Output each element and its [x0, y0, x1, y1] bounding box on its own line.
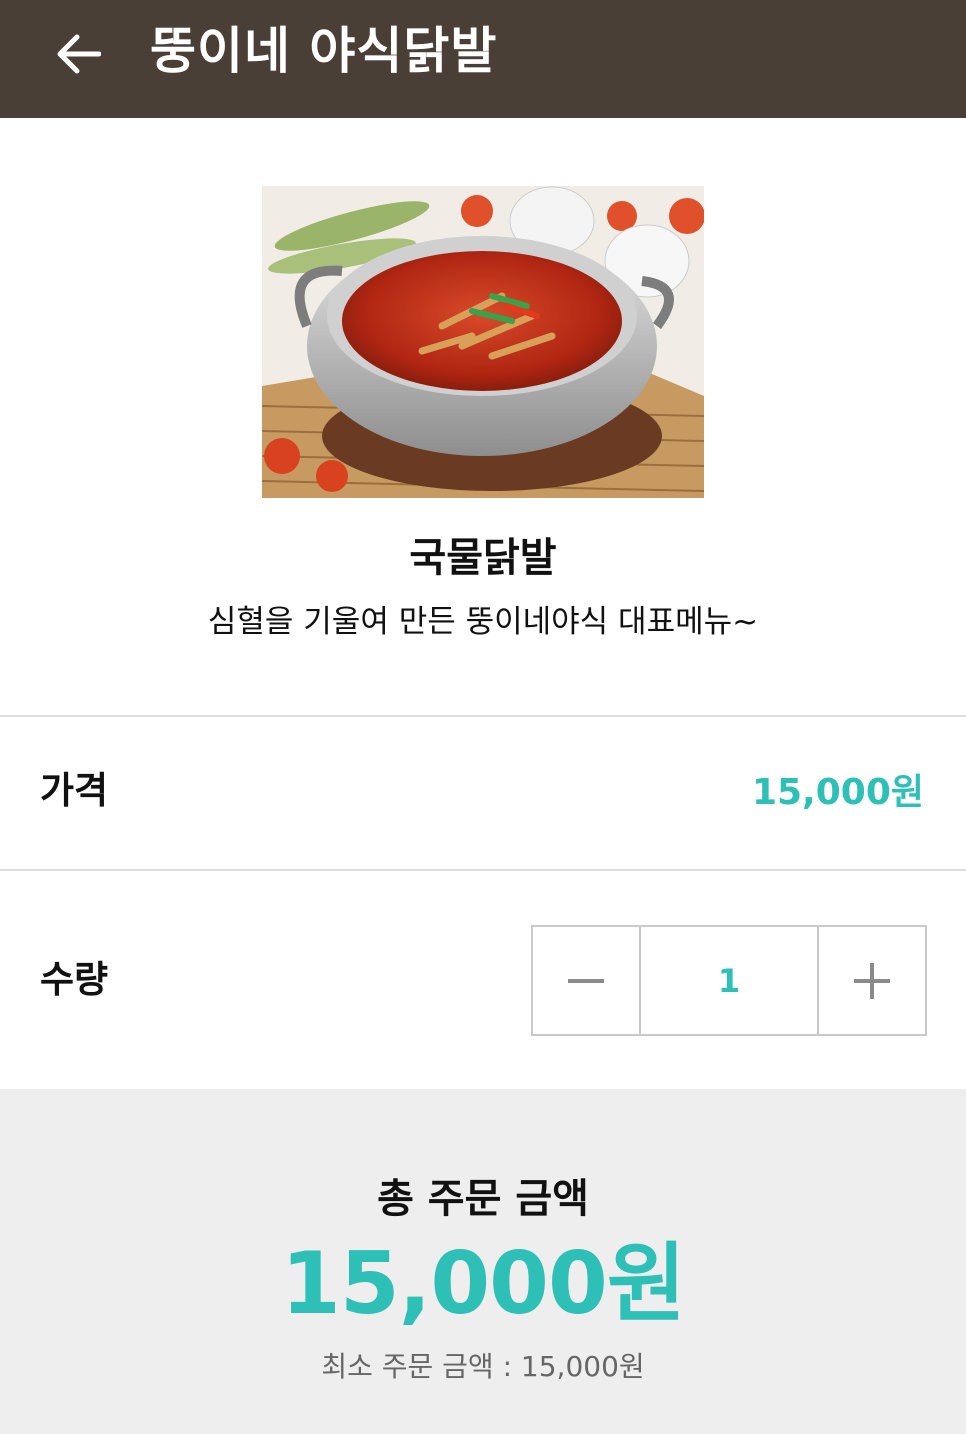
increase-quantity-button[interactable]: [817, 927, 925, 1034]
arrow-left-icon: [57, 34, 101, 74]
total-label: 총 주문 금액: [377, 1176, 589, 1222]
minus-icon: [568, 978, 604, 983]
page-title: 뚱이네 야식닭발: [150, 22, 498, 80]
order-summary: 총 주문 금액 15,000원 최소 주문 금액 : 15,000원: [0, 1089, 966, 1434]
quantity-value[interactable]: 1: [641, 927, 817, 1034]
divider: [0, 869, 966, 871]
quantity-label: 수량: [40, 958, 109, 1001]
plus-icon: [854, 962, 890, 999]
menu-name: 국물닭발: [409, 535, 557, 581]
decrease-quantity-button[interactable]: [533, 927, 641, 1034]
quantity-stepper: 1: [531, 925, 927, 1036]
minimum-order-text: 최소 주문 금액 : 15,000원: [321, 1350, 645, 1383]
menu-photo: [262, 186, 704, 498]
price-value: 15,000원: [751, 772, 924, 813]
total-value: 15,000원: [281, 1234, 686, 1334]
app-header: 뚱이네 야식닭발: [0, 0, 966, 118]
price-label: 가격: [40, 769, 109, 812]
menu-description: 심혈을 기울여 만든 뚱이네야식 대표메뉴~: [207, 604, 759, 640]
back-button[interactable]: [48, 26, 108, 82]
divider: [0, 715, 966, 717]
